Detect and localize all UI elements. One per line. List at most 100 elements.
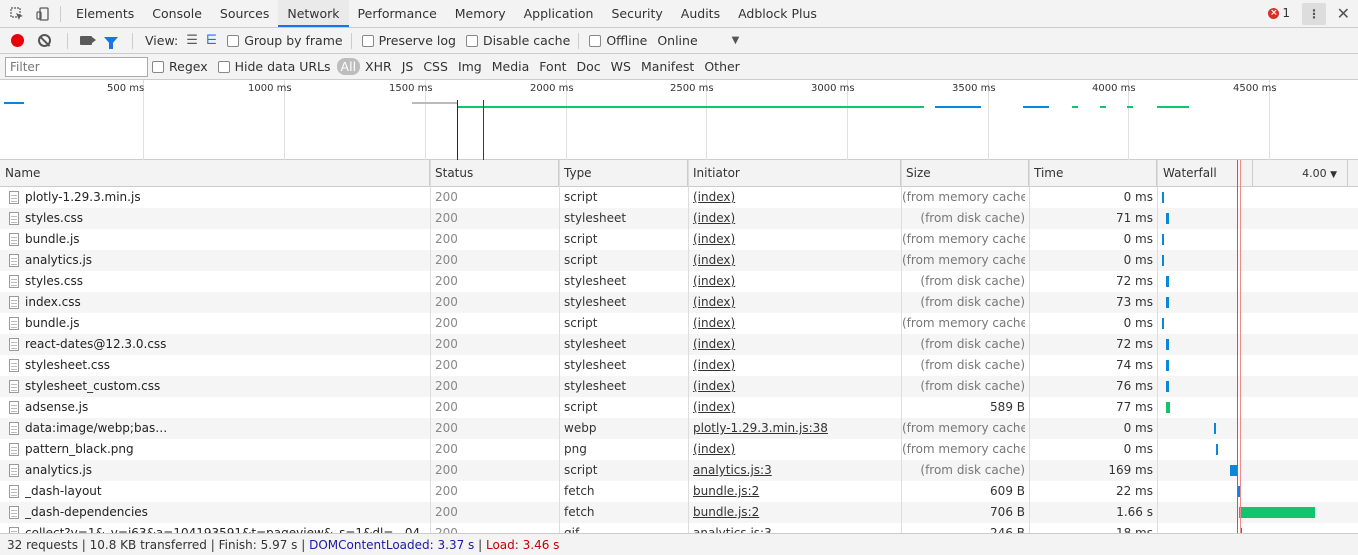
request-initiator[interactable]: (index): [693, 271, 898, 292]
request-name[interactable]: analytics.js: [25, 250, 425, 271]
table-row[interactable]: stylesheet.css 200 stylesheet (index) (from …: [0, 355, 1358, 376]
record-icon[interactable]: [11, 34, 24, 47]
waterfall-bar[interactable]: [1166, 339, 1169, 350]
request-initiator[interactable]: (index): [693, 376, 898, 397]
filter-type-doc[interactable]: Doc: [572, 59, 606, 74]
tab-memory[interactable]: Memory: [446, 0, 515, 27]
table-row[interactable]: adsense.js 200 script (index) 589 B 77 ms: [0, 397, 1358, 418]
hide-data-urls-checkbox[interactable]: Hide data URLs: [217, 59, 331, 74]
table-row[interactable]: data:image/webp;bas… 200 webp plotly-1.29.3…: [0, 418, 1358, 439]
checkbox-box[interactable]: [361, 34, 374, 47]
request-name[interactable]: _dash-dependencies: [25, 502, 425, 523]
waterfall-bar[interactable]: [1166, 276, 1169, 287]
request-name[interactable]: stylesheet_custom.css: [25, 376, 425, 397]
request-name[interactable]: styles.css: [25, 208, 425, 229]
throttle-select[interactable]: Online: [657, 33, 697, 48]
tab-security[interactable]: Security: [602, 0, 671, 27]
request-name[interactable]: pattern_black.png: [25, 439, 425, 460]
table-row[interactable]: index.css 200 stylesheet (index) (from disk …: [0, 292, 1358, 313]
request-initiator[interactable]: (index): [693, 250, 898, 271]
tab-performance[interactable]: Performance: [349, 0, 446, 27]
request-name[interactable]: bundle.js: [25, 229, 425, 250]
table-row[interactable]: bundle.js 200 script (index) (from memory ca…: [0, 313, 1358, 334]
device-toolbar-icon[interactable]: [34, 5, 52, 23]
request-initiator[interactable]: (index): [693, 313, 898, 334]
filter-type-other[interactable]: Other: [699, 59, 745, 74]
tab-network[interactable]: Network: [278, 0, 349, 27]
waterfall-bar[interactable]: [1166, 381, 1169, 392]
request-initiator[interactable]: bundle.js:2: [693, 502, 898, 523]
regex-checkbox[interactable]: Regex: [152, 59, 208, 74]
request-initiator[interactable]: analytics.js:3: [693, 523, 898, 533]
request-name[interactable]: react-dates@12.3.0.css: [25, 334, 425, 355]
table-row[interactable]: styles.css 200 stylesheet (index) (from disk…: [0, 208, 1358, 229]
tab-application[interactable]: Application: [515, 0, 603, 27]
request-name[interactable]: index.css: [25, 292, 425, 313]
error-badge[interactable]: × 1: [1268, 6, 1290, 20]
waterfall-bar[interactable]: [1162, 318, 1164, 329]
checkbox-box[interactable]: [227, 34, 240, 47]
request-name[interactable]: styles.css: [25, 271, 425, 292]
filter-type-all[interactable]: All: [336, 58, 361, 75]
table-row[interactable]: styles.css 200 stylesheet (index) (from disk…: [0, 271, 1358, 292]
request-initiator[interactable]: (index): [693, 187, 898, 208]
filter-type-img[interactable]: Img: [453, 59, 487, 74]
request-initiator[interactable]: bundle.js:2: [693, 481, 898, 502]
request-initiator[interactable]: analytics.js:3: [693, 460, 898, 481]
group-by-frame-checkbox[interactable]: Group by frame: [227, 33, 343, 48]
table-row[interactable]: stylesheet_custom.css 200 stylesheet (index…: [0, 376, 1358, 397]
filter-type-media[interactable]: Media: [487, 59, 535, 74]
waterfall-bar[interactable]: [1162, 192, 1164, 203]
request-name[interactable]: plotly-1.29.3.min.js: [25, 187, 425, 208]
request-initiator[interactable]: (index): [693, 229, 898, 250]
filter-type-ws[interactable]: WS: [606, 59, 636, 74]
checkbox-box[interactable]: [152, 60, 164, 73]
preserve-log-checkbox[interactable]: Preserve log: [361, 33, 456, 48]
filter-type-manifest[interactable]: Manifest: [636, 59, 699, 74]
request-name[interactable]: _dash-layout: [25, 481, 425, 502]
inspect-element-icon[interactable]: [8, 5, 26, 23]
tab-sources[interactable]: Sources: [211, 0, 278, 27]
filter-icon[interactable]: [104, 36, 118, 49]
table-row[interactable]: analytics.js 200 script (index) (from memory…: [0, 250, 1358, 271]
table-row[interactable]: _dash-dependencies 200 fetch bundle.js:2 706…: [0, 502, 1358, 523]
waterfall-bar[interactable]: [1166, 360, 1169, 371]
request-initiator[interactable]: (index): [693, 397, 898, 418]
close-devtools-icon[interactable]: ✕: [1337, 4, 1350, 23]
waterfall-bar[interactable]: [1239, 507, 1315, 518]
request-name[interactable]: data:image/webp;bas…: [25, 418, 425, 439]
table-row[interactable]: pattern_black.png 200 png (index) (from memo…: [0, 439, 1358, 460]
filter-type-js[interactable]: JS: [397, 59, 419, 74]
tab-audits[interactable]: Audits: [672, 0, 729, 27]
tab-adblock-plus[interactable]: Adblock Plus: [729, 0, 826, 27]
filter-type-css[interactable]: CSS: [418, 59, 453, 74]
tab-console[interactable]: Console: [143, 0, 211, 27]
overview-icon[interactable]: ⋿: [206, 33, 217, 48]
request-initiator[interactable]: (index): [693, 439, 898, 460]
checkbox-box[interactable]: [589, 34, 602, 47]
clear-icon[interactable]: [38, 34, 51, 47]
more-options-icon[interactable]: ⋮: [1302, 3, 1326, 25]
request-name[interactable]: analytics.js: [25, 460, 425, 481]
checkbox-box[interactable]: [465, 34, 478, 47]
waterfall-bar[interactable]: [1214, 423, 1216, 434]
waterfall-bar[interactable]: [1216, 444, 1218, 455]
offline-checkbox[interactable]: Offline: [589, 33, 647, 48]
column-type-header[interactable]: Type: [559, 160, 688, 187]
request-name[interactable]: adsense.js: [25, 397, 425, 418]
timeline-overview[interactable]: 500 ms 1000 ms 1500 ms 2000 ms 2500 ms 3000 m…: [0, 80, 1358, 160]
column-waterfall-header[interactable]: Waterfall: [1157, 160, 1253, 187]
large-rows-icon[interactable]: ☰: [186, 33, 198, 48]
column-size-header[interactable]: Size: [901, 160, 1029, 187]
column-time-header[interactable]: Time: [1029, 160, 1157, 187]
filter-input[interactable]: [5, 56, 148, 77]
column-name-header[interactable]: Name: [0, 160, 430, 187]
column-status-header[interactable]: Status: [430, 160, 559, 187]
request-initiator[interactable]: (index): [693, 355, 898, 376]
request-initiator[interactable]: (index): [693, 208, 898, 229]
waterfall-bar[interactable]: [1162, 234, 1164, 245]
waterfall-bar[interactable]: [1166, 297, 1169, 308]
request-initiator[interactable]: (index): [693, 334, 898, 355]
waterfall-scale[interactable]: 4.00 ▼: [1253, 160, 1348, 187]
table-row[interactable]: bundle.js 200 script (index) (from memory ca…: [0, 229, 1358, 250]
